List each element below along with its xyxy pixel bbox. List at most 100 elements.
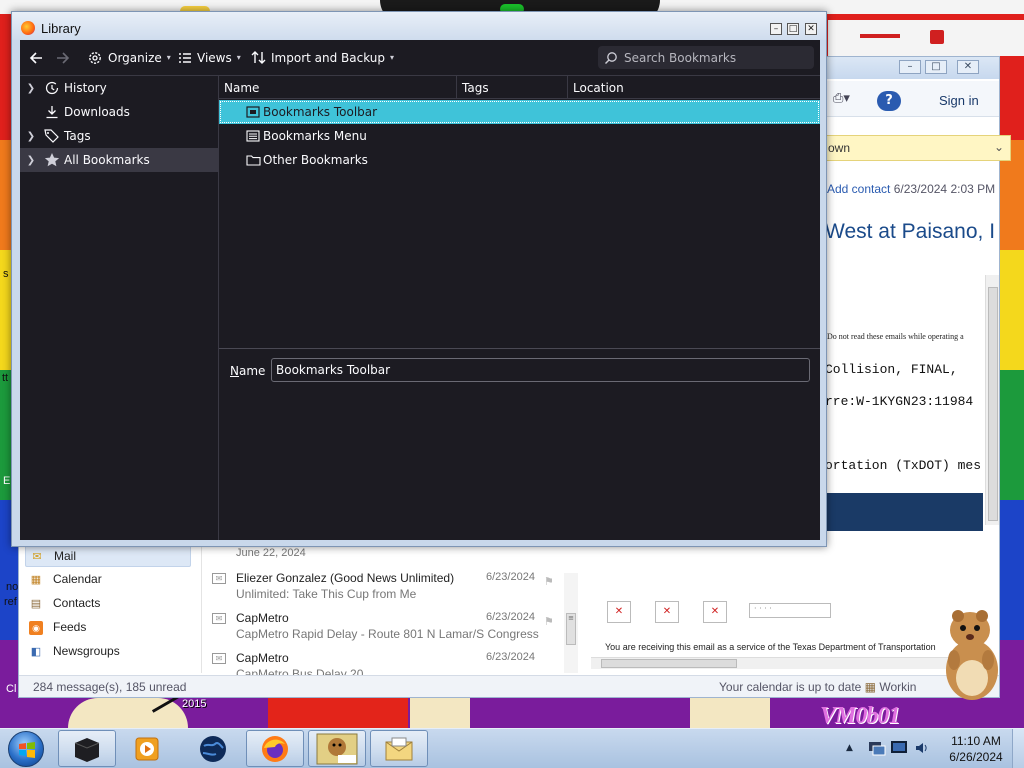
history-icon — [42, 81, 62, 95]
wallpaper-shape — [930, 30, 944, 44]
volume-icon[interactable] — [914, 740, 930, 756]
column-tags[interactable]: Tags — [457, 76, 568, 99]
tree-row-label: Bookmarks Toolbar — [263, 105, 378, 119]
taskbar-globe-button[interactable] — [184, 730, 242, 767]
arrow-left-icon — [29, 51, 42, 64]
scrollbar-thumb[interactable] — [601, 659, 737, 668]
app-icon — [74, 737, 100, 762]
message-list: June 22, 2024 ✉ Eliezer Gonzalez (Good N… — [201, 543, 578, 675]
views-label: Views — [197, 50, 232, 65]
scrollbar-thumb[interactable] — [988, 287, 998, 521]
clock-time[interactable]: 11:10 AM — [940, 734, 1012, 748]
network-icon[interactable] — [868, 739, 886, 757]
folder-contacts[interactable]: ▤ Contacts — [25, 593, 191, 615]
wallpaper-text: s — [3, 268, 9, 280]
flag-icon[interactable]: ⚑ — [544, 615, 554, 628]
show-desktop-button[interactable] — [1012, 729, 1024, 768]
message-scrollbar[interactable] — [985, 275, 999, 525]
close-button[interactable]: ✕ — [957, 60, 979, 74]
taskbar-media-player-button[interactable] — [118, 730, 176, 767]
search-bookmarks-input[interactable]: Search Bookmarks — [598, 46, 814, 69]
sign-in-link[interactable]: Sign in — [939, 93, 979, 108]
newsgroups-icon: ◧ — [30, 646, 42, 658]
calendar-icon: ▦ — [30, 574, 42, 586]
views-menu[interactable]: Views ▾ — [178, 40, 241, 75]
library-window[interactable]: Library – □ ✕ Organize ▾ Views ▾ Import … — [11, 11, 827, 547]
column-location[interactable]: Location — [568, 76, 820, 99]
details-pane: Name — [219, 348, 820, 540]
message-list-item[interactable]: ✉ CapMetro CapMetro Rapid Delay - Route … — [202, 609, 564, 649]
forward-button[interactable] — [55, 40, 71, 75]
print-icon[interactable]: ⎙▾ — [833, 91, 850, 106]
minimize-button[interactable]: – — [899, 60, 921, 74]
show-hidden-icons-button[interactable]: ▲ — [846, 743, 853, 753]
name-field-label: Name — [230, 364, 266, 378]
tree-row-other-bookmarks[interactable]: Other Bookmarks — [219, 148, 820, 172]
menu-icon — [243, 130, 263, 142]
folder-mail[interactable]: ✉ Mail — [25, 545, 191, 567]
tree-header: Name Tags Location — [219, 76, 820, 99]
maximize-button[interactable]: □ — [925, 60, 947, 74]
chevron-right-icon[interactable]: ❯ — [20, 131, 42, 142]
message-list-item[interactable]: ✉ Eliezer Gonzalez (Good News Unlimited)… — [202, 569, 564, 609]
maximize-button[interactable]: □ — [787, 23, 799, 35]
folder-newsgroups[interactable]: ◧ Newsgroups — [25, 641, 191, 663]
sidebar-item-all-bookmarks[interactable]: ❯ All Bookmarks — [20, 148, 218, 172]
message-footer-text: You are receiving this email as a servic… — [605, 642, 936, 652]
envelope-icon: ✉ — [212, 613, 226, 624]
add-contact-link[interactable]: Add contact — [827, 182, 890, 196]
import-backup-menu[interactable]: Import and Backup ▾ — [251, 40, 394, 75]
back-button[interactable] — [28, 40, 44, 75]
action-center-icon[interactable] — [890, 739, 908, 757]
message-horizontal-scrollbar[interactable] — [591, 657, 971, 669]
broken-image-icon: ✕ — [655, 601, 679, 623]
folder-label: Feeds — [53, 620, 87, 634]
message-list-scrollbar[interactable]: ≡ — [564, 573, 578, 673]
library-toolbar: Organize ▾ Views ▾ Import and Backup ▾ S… — [20, 40, 820, 75]
import-export-icon — [251, 51, 266, 64]
message-body-line: Collision, FINAL, — [825, 362, 958, 377]
message-date: 6/23/2024 — [486, 571, 535, 583]
chevron-right-icon[interactable]: ❯ — [20, 83, 42, 94]
received-date: 6/23/2024 2:03 PM — [893, 182, 996, 196]
clock-date[interactable]: 6/26/2024 — [940, 750, 1012, 764]
sidebar-item-downloads[interactable]: Downloads — [20, 100, 218, 124]
sidebar-item-history[interactable]: ❯ History — [20, 76, 218, 100]
envelope-icon: ✉ — [212, 653, 226, 664]
sidebar-item-tags[interactable]: ❯ Tags — [20, 124, 218, 148]
taskbar-app-button[interactable] — [58, 730, 116, 767]
tree-row-bookmarks-menu[interactable]: Bookmarks Menu — [219, 124, 820, 148]
message-sender: CapMetro — [236, 651, 289, 665]
organize-menu[interactable]: Organize ▾ — [87, 40, 171, 75]
start-button[interactable] — [8, 731, 44, 767]
column-name[interactable]: Name — [219, 76, 457, 99]
hamster-mascot — [946, 610, 998, 700]
gear-icon — [89, 51, 101, 64]
tree-row-bookmarks-toolbar[interactable]: Bookmarks Toolbar — [219, 100, 820, 124]
taskbar-mail-button[interactable] — [370, 730, 428, 767]
taskbar-gopher-button[interactable] — [308, 730, 366, 767]
flag-icon[interactable]: ⚑ — [544, 575, 554, 588]
contacts-icon: ▤ — [30, 598, 42, 610]
minimize-button[interactable]: – — [770, 23, 782, 35]
download-infobar[interactable]: own ⌄ — [823, 135, 1011, 161]
firefox-icon — [262, 735, 288, 762]
library-titlebar[interactable]: Library – □ ✕ — [12, 12, 826, 40]
chevron-down-icon[interactable]: ⌄ — [994, 140, 1004, 154]
chevron-right-icon[interactable]: ❯ — [20, 155, 42, 166]
wallpaper-shape — [860, 34, 900, 38]
help-icon[interactable]: ? — [877, 91, 901, 111]
firefox-icon — [21, 21, 35, 35]
close-button[interactable]: ✕ — [805, 23, 817, 35]
list-icon — [179, 52, 191, 63]
folder-calendar[interactable]: ▦ Calendar — [25, 569, 191, 591]
scrollbar-thumb[interactable]: ≡ — [566, 613, 576, 645]
message-date: 6/23/2024 — [486, 651, 535, 663]
message-banner — [825, 493, 983, 531]
system-tray: ▲ 11:10 AM 6/26/2024 — [840, 729, 1024, 768]
folder-feeds[interactable]: ◉ Feeds — [25, 617, 191, 639]
name-field[interactable] — [271, 358, 810, 382]
taskbar-firefox-button[interactable] — [246, 730, 304, 767]
message-sender: CapMetro — [236, 611, 289, 625]
arrow-right-icon — [57, 51, 70, 64]
